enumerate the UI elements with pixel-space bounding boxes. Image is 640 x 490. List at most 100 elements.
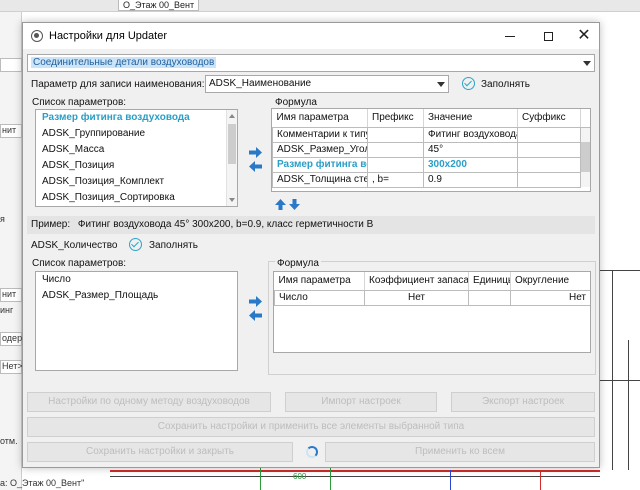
column-header[interactable]: Суффикс	[517, 109, 581, 128]
scroll-down-icon[interactable]	[229, 198, 235, 202]
maximize-icon	[543, 32, 553, 42]
window-title: Настройки для Updater	[49, 30, 167, 42]
scroll-thumb[interactable]	[580, 142, 590, 157]
column-header[interactable]: Имя параметра	[274, 272, 365, 291]
background-field[interactable]	[0, 58, 22, 72]
bottom-param-list[interactable]: Число ADSK_Размер_Площадь	[35, 271, 238, 371]
background-field[interactable]: одер	[0, 332, 22, 346]
plan-blue-line	[450, 470, 451, 490]
list-item[interactable]: ADSK_Масса	[36, 142, 237, 158]
background-tab-strip: О_Этаж 00_Вент	[0, 0, 640, 12]
cell-value[interactable]: 300x200	[423, 156, 518, 173]
cell-coef[interactable]: Нет	[364, 289, 469, 306]
plan-dimension-label: 600	[293, 472, 307, 481]
background-field[interactable]: нит	[0, 124, 22, 138]
top-formula-grid[interactable]: Имя параметра Префикс Значение Суффикс К…	[271, 108, 591, 192]
cell-value[interactable]: 0.9	[423, 171, 518, 188]
background-field[interactable]: Нет>	[0, 360, 23, 374]
column-header[interactable]: Единицы	[468, 272, 511, 291]
background-label: одер	[2, 333, 23, 343]
cell-name[interactable]: ADSK_Размер_УголПоворота	[272, 141, 368, 158]
scroll-up-icon[interactable]	[229, 114, 235, 118]
background-field[interactable]: нит	[0, 288, 22, 302]
plan-line	[600, 380, 640, 381]
cell-prefix[interactable]: , b=	[367, 171, 424, 188]
table-row[interactable]: Комментарии к типу Фитинг воздуховода	[272, 126, 590, 143]
cell-name[interactable]: ADSK_Толщина стенки	[272, 171, 368, 188]
import-settings-button[interactable]: Импорт настроек	[285, 392, 437, 412]
list-item[interactable]: ADSK_Группирование	[36, 126, 237, 142]
top-formula-table: Имя параметра Префикс Значение Суффикс К…	[272, 109, 590, 188]
cell-suffix[interactable]	[517, 141, 581, 158]
fill-name-check-icon[interactable]	[462, 77, 475, 90]
cell-prefix[interactable]	[367, 141, 424, 158]
chevron-down-icon	[437, 82, 445, 87]
table-row[interactable]: ADSK_Толщина стенки , b= 0.9	[272, 171, 590, 188]
plan-line	[612, 270, 613, 470]
title-bar[interactable]: Настройки для Updater ✕	[23, 23, 599, 49]
list-item[interactable]: ADSK_Позиция_Комплект	[36, 174, 237, 190]
cell-suffix[interactable]	[517, 171, 581, 188]
export-settings-button[interactable]: Экспорт настроек	[451, 392, 595, 412]
column-header[interactable]: Значение	[423, 109, 518, 128]
apply-all-button[interactable]: Применить ко всем	[325, 442, 595, 462]
list-item[interactable]: Число	[36, 272, 237, 288]
save-close-button[interactable]: Сохранить настройки и закрыть	[27, 442, 293, 462]
minimize-button[interactable]	[491, 23, 529, 49]
updater-settings-dialog: Настройки для Updater ✕ Соединительные д…	[22, 22, 600, 468]
close-button[interactable]: ✕	[565, 23, 603, 49]
column-header[interactable]: Округление	[510, 272, 590, 291]
column-header[interactable]: Префикс	[367, 109, 424, 128]
name-param-select[interactable]: ADSK_Наименование	[205, 75, 449, 93]
table-header-row: Имя параметра Префикс Значение Суффикс	[272, 109, 590, 128]
add-param-arrow-icon[interactable]	[249, 147, 262, 158]
cell-name[interactable]: Комментарии к типу	[272, 126, 368, 143]
bottom-formula-grid[interactable]: Имя параметра Коэффициент запаса Единицы…	[273, 271, 591, 353]
cell-value[interactable]: Фитинг воздуховода	[423, 126, 518, 143]
move-down-arrow-icon[interactable]	[289, 199, 302, 210]
scroll-thumb[interactable]	[228, 124, 236, 164]
background-label: нит	[2, 125, 17, 135]
category-select[interactable]: Соединительные детали воздуховодов	[27, 54, 595, 72]
cell-suffix[interactable]	[517, 126, 581, 143]
remove-param-arrow-icon[interactable]	[249, 161, 262, 172]
example-label: Пример:	[31, 219, 71, 230]
background-view-tab[interactable]: О_Этаж 00_Вент	[118, 0, 200, 11]
bottom-formula-table: Имя параметра Коэффициент запаса Единицы…	[274, 272, 590, 306]
cell-prefix[interactable]	[367, 126, 424, 143]
table-row[interactable]: ADSK_Размер_УголПоворота 45°	[272, 141, 590, 158]
cell-name[interactable]: Число	[274, 289, 365, 306]
plan-green-line	[260, 468, 261, 490]
cell-units[interactable]	[468, 289, 511, 306]
list-item[interactable]: Размер фитинга воздуховода	[36, 110, 237, 126]
cell-value[interactable]: 45°	[423, 141, 518, 158]
name-param-label: Параметр для записи наименования:	[31, 79, 205, 90]
settings-all-button[interactable]: Настройки по одному методу воздуховодов	[27, 392, 271, 412]
top-list-scrollbar[interactable]	[226, 110, 237, 206]
column-header[interactable]: Имя параметра	[272, 109, 368, 128]
table-row[interactable]: Число Нет Нет	[274, 289, 590, 306]
plan-green-line	[330, 468, 331, 490]
move-up-arrow-icon[interactable]	[275, 199, 288, 210]
cell-name[interactable]: Размер фитинга воздуховода	[272, 156, 368, 173]
bottom-formula-title: Формула	[275, 258, 321, 269]
table-header-row: Имя параметра Коэффициент запаса Единицы…	[274, 272, 590, 291]
list-item[interactable]: ADSK_Позиция_Сортировка	[36, 190, 237, 206]
scroll-thumb[interactable]	[580, 157, 590, 172]
list-item[interactable]: ADSK_Позиция	[36, 158, 237, 174]
cell-round[interactable]: Нет	[510, 289, 590, 306]
cell-prefix[interactable]	[367, 156, 424, 173]
save-apply-button[interactable]: Сохранить настройки и применить все элем…	[27, 417, 595, 437]
column-header[interactable]: Коэффициент запаса	[364, 272, 469, 291]
chevron-down-icon	[583, 61, 591, 66]
list-item[interactable]: ADSK_Размер_Площадь	[36, 288, 237, 304]
table-row-highlighted[interactable]: Размер фитинга воздуховода 300x200	[272, 156, 590, 173]
minimize-icon	[505, 36, 515, 38]
top-param-list[interactable]: Размер фитинга воздуховода ADSK_Группиро…	[35, 109, 238, 207]
add-param-arrow-icon[interactable]	[249, 296, 262, 307]
maximize-button[interactable]	[529, 23, 567, 49]
fill-qty-check-icon[interactable]	[129, 238, 142, 251]
loading-spinner-icon	[306, 446, 318, 458]
cell-suffix[interactable]	[517, 156, 581, 173]
remove-param-arrow-icon[interactable]	[249, 310, 262, 321]
